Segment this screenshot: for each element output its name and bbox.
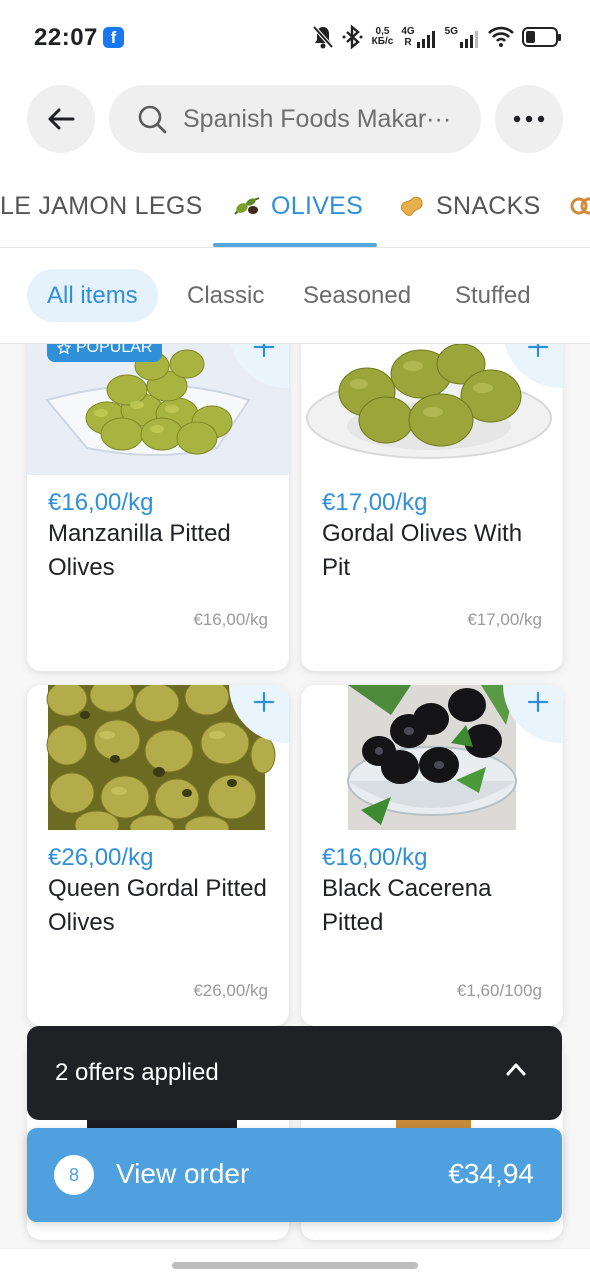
plus-icon bbox=[253, 344, 275, 358]
product-name: Manzanilla Pitted Olives bbox=[48, 520, 231, 581]
search-input[interactable]: Spanish Foods Makar··· bbox=[183, 105, 451, 134]
product-card[interactable]: €16,00/kg Black Cacerena Pitted €1,60/10… bbox=[301, 685, 563, 1026]
product-price: €16,00/kg bbox=[322, 844, 428, 871]
active-tab-indicator bbox=[213, 243, 377, 247]
chip-all-items[interactable]: All items bbox=[27, 269, 158, 322]
mute-bell-icon bbox=[312, 25, 334, 49]
chip-stuffed[interactable]: Stuffed bbox=[455, 269, 531, 322]
category-tabs: LE JAMON LEGS OLIVES SNACKS bbox=[0, 172, 590, 248]
plus-icon bbox=[527, 691, 549, 713]
tab-label: OLIVES bbox=[271, 191, 364, 220]
chevron-up-icon bbox=[506, 1063, 526, 1076]
unit-price: €1,60/100g bbox=[456, 981, 542, 1000]
facebook-notification-icon: f bbox=[103, 27, 124, 48]
pretzel-icon bbox=[570, 194, 590, 218]
popular-badge: POPULAR bbox=[47, 344, 163, 362]
order-total: €34,94 bbox=[448, 1158, 534, 1189]
search-icon bbox=[138, 105, 167, 134]
product-name: Gordal Olives With Pit bbox=[322, 520, 523, 581]
unit-price: €26,00/kg bbox=[193, 981, 268, 1000]
net1-sub: R bbox=[404, 37, 412, 48]
unit-price: €17,00/kg bbox=[467, 610, 542, 629]
tab-label: SNACKS bbox=[436, 191, 541, 220]
tab-next-partial[interactable] bbox=[570, 186, 590, 226]
signal-5g-icon: 5G bbox=[445, 26, 480, 48]
product-name: Queen Gordal Pitted Olives bbox=[48, 875, 267, 936]
product-card[interactable]: €26,00/kg Queen Gordal Pitted Olives €26… bbox=[27, 685, 289, 1026]
offers-banner[interactable]: 2 offers applied bbox=[27, 1026, 562, 1120]
product-card[interactable]: €17,00/kg Gordal Olives With Pit €17,00/… bbox=[301, 344, 563, 671]
tab-snacks[interactable]: SNACKS bbox=[398, 186, 541, 226]
product-price: €26,00/kg bbox=[48, 844, 154, 871]
net-speed: 0,5 КБ/с bbox=[372, 27, 394, 47]
offers-label: 2 offers applied bbox=[55, 1059, 219, 1086]
product-name: Black Cacerena Pitted bbox=[322, 875, 492, 936]
olive-icon bbox=[233, 194, 261, 218]
product-price: €16,00/kg bbox=[48, 489, 154, 516]
signal-icon: 4G R bbox=[401, 26, 436, 48]
more-icon bbox=[513, 115, 545, 123]
subcategory-chips: All items Classic Seasoned Stuffed bbox=[0, 248, 590, 344]
more-options-button[interactable] bbox=[495, 85, 563, 153]
status-time: 22:07 bbox=[34, 24, 98, 51]
badge-label: POPULAR bbox=[76, 344, 153, 356]
unit-price: €16,00/kg bbox=[193, 610, 268, 629]
plus-icon bbox=[527, 344, 549, 358]
battery-icon bbox=[522, 27, 561, 47]
product-price: €17,00/kg bbox=[322, 489, 428, 516]
chip-classic[interactable]: Classic bbox=[187, 269, 264, 322]
view-order-label: View order bbox=[116, 1158, 250, 1189]
net2-label: 5G bbox=[444, 26, 458, 37]
peanut-icon bbox=[398, 194, 426, 218]
order-count-badge: 8 bbox=[54, 1155, 94, 1195]
star-icon bbox=[57, 344, 71, 355]
view-order-button[interactable]: 8 View order €34,94 bbox=[27, 1128, 562, 1222]
tab-label: LE JAMON LEGS bbox=[0, 191, 203, 220]
back-button[interactable] bbox=[27, 85, 95, 153]
search-bar[interactable]: Spanish Foods Makar··· bbox=[109, 85, 481, 153]
net1-label: 4G bbox=[401, 26, 415, 37]
net-speed-unit: КБ/с bbox=[371, 36, 394, 47]
plus-icon bbox=[253, 691, 275, 713]
tab-olives[interactable]: OLIVES bbox=[233, 186, 363, 226]
bluetooth-icon bbox=[342, 25, 363, 49]
status-bar: 22:07 f 0,5 КБ/с 4G R 5G bbox=[0, 0, 590, 76]
home-indicator[interactable] bbox=[172, 1262, 418, 1269]
back-arrow-icon bbox=[48, 108, 75, 130]
wifi-icon bbox=[488, 26, 514, 47]
product-card[interactable]: POPULAR €16,00/kg Manzanilla Pitted Oliv… bbox=[27, 344, 289, 671]
chip-seasoned[interactable]: Seasoned bbox=[303, 269, 411, 322]
tab-jamon-legs[interactable]: LE JAMON LEGS bbox=[0, 186, 203, 226]
status-icons: 0,5 КБ/с 4G R 5G bbox=[312, 22, 561, 52]
